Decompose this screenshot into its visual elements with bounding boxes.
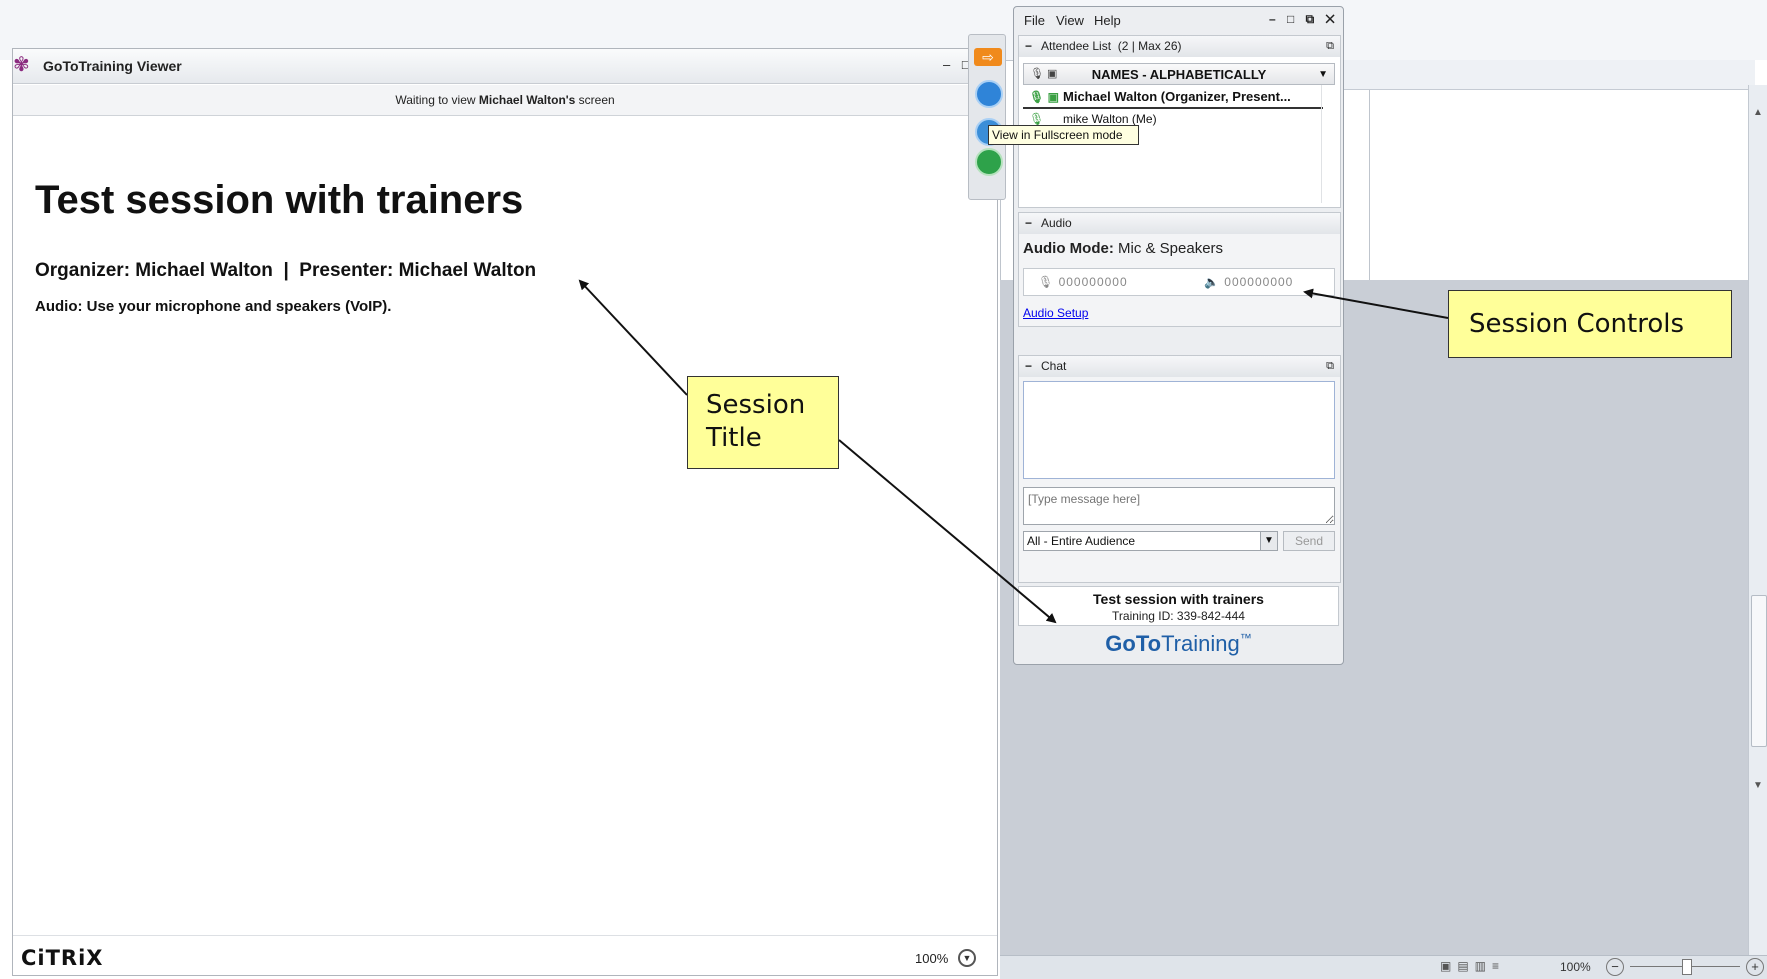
- callout-session-title-line2: Title: [706, 423, 762, 453]
- callout-session-controls: Session Controls: [1448, 290, 1732, 358]
- callout-session-title: Session Title: [687, 376, 839, 469]
- arrow-to-panel-session-title: [838, 439, 1057, 624]
- arrow-to-audio-controls: [1303, 288, 1449, 319]
- callout-session-title-line1: Session: [706, 390, 806, 420]
- annotation-arrows: [578, 279, 1449, 624]
- arrow-to-session-heading: [578, 279, 688, 396]
